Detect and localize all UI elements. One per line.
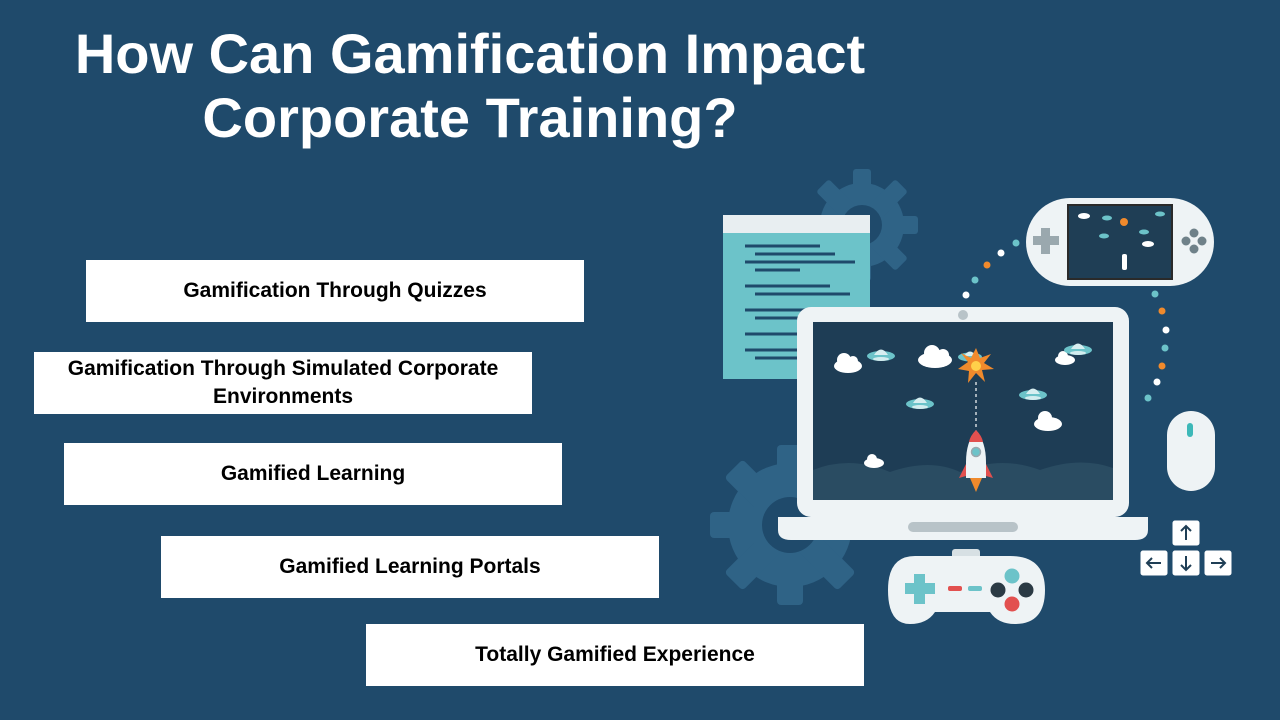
item-box-quizzes: Gamification Through Quizzes: [86, 260, 584, 322]
arrow-keys-icon: [1139, 519, 1233, 577]
gamification-illustration: [710, 169, 1233, 624]
title-line-1: How Can Gamification Impact: [74, 22, 866, 85]
item-box-totally-gamified: Totally Gamified Experience: [366, 624, 864, 686]
title-line-2: Corporate Training?: [202, 86, 738, 149]
item-box-gamified-learning: Gamified Learning: [64, 443, 562, 505]
item-label: Gamification Through Simulated Corporate…: [67, 357, 499, 408]
mouse-icon: [1167, 411, 1215, 491]
item-label: Gamified Learning Portals: [279, 555, 541, 578]
handheld-console-icon: [1026, 198, 1214, 286]
gamepad-icon: [888, 549, 1045, 624]
item-label: Totally Gamified Experience: [475, 643, 755, 666]
item-box-simulated-environments: Gamification Through Simulated Corporate…: [34, 352, 532, 414]
item-label: Gamification Through Quizzes: [183, 279, 487, 302]
item-label: Gamified Learning: [220, 462, 406, 485]
laptop-icon: [778, 307, 1148, 540]
page-title: How Can Gamification Impact Corporate Tr…: [20, 22, 920, 150]
item-box-learning-portals: Gamified Learning Portals: [161, 536, 659, 598]
